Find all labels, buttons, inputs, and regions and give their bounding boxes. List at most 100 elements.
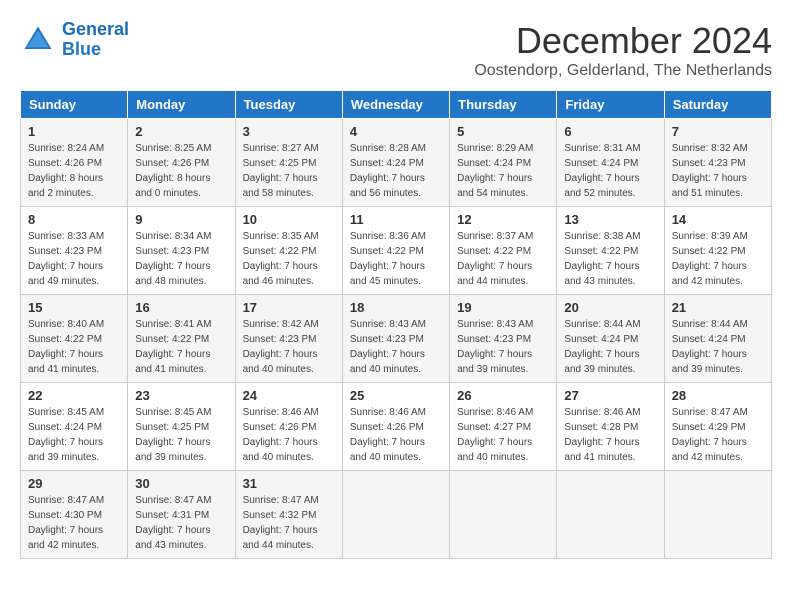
day-number: 25: [350, 388, 442, 403]
day-number: 15: [28, 300, 120, 315]
calendar-cell: 11 Sunrise: 8:36 AMSunset: 4:22 PMDayligh…: [342, 207, 449, 295]
calendar-cell: [557, 471, 664, 559]
col-header-friday: Friday: [557, 91, 664, 119]
day-number: 23: [135, 388, 227, 403]
calendar-cell: 8Sunrise: 8:33 AMSunset: 4:23 PMDaylight…: [21, 207, 128, 295]
calendar-cell: 2Sunrise: 8:25 AMSunset: 4:26 PMDaylight…: [128, 119, 235, 207]
location-subtitle: Oostendorp, Gelderland, The Netherlands: [474, 62, 772, 80]
day-number: 7: [672, 124, 764, 139]
day-info: Sunrise: 8:37 AMSunset: 4:22 PMDaylight:…: [457, 229, 549, 289]
day-info: Sunrise: 8:41 AMSunset: 4:22 PMDaylight:…: [135, 317, 227, 377]
calendar-cell: 30 Sunrise: 8:47 AMSunset: 4:31 PMDayligh…: [128, 471, 235, 559]
day-number: 1: [28, 124, 120, 139]
day-number: 6: [564, 124, 656, 139]
calendar-cell: 1Sunrise: 8:24 AMSunset: 4:26 PMDaylight…: [21, 119, 128, 207]
day-number: 19: [457, 300, 549, 315]
calendar-cell: 17 Sunrise: 8:42 AMSunset: 4:23 PMDayligh…: [235, 295, 342, 383]
day-number: 9: [135, 212, 227, 227]
calendar-cell: [342, 471, 449, 559]
day-info: Sunrise: 8:33 AMSunset: 4:23 PMDaylight:…: [28, 229, 120, 289]
day-info: Sunrise: 8:45 AMSunset: 4:24 PMDaylight:…: [28, 405, 120, 465]
day-info: Sunrise: 8:42 AMSunset: 4:23 PMDaylight:…: [243, 317, 335, 377]
day-info: Sunrise: 8:29 AMSunset: 4:24 PMDaylight:…: [457, 141, 549, 201]
calendar-week-row: 15 Sunrise: 8:40 AMSunset: 4:22 PMDayligh…: [21, 295, 772, 383]
day-info: Sunrise: 8:47 AMSunset: 4:31 PMDaylight:…: [135, 493, 227, 553]
calendar-cell: 16 Sunrise: 8:41 AMSunset: 4:22 PMDayligh…: [128, 295, 235, 383]
day-number: 27: [564, 388, 656, 403]
calendar-cell: 19 Sunrise: 8:43 AMSunset: 4:23 PMDayligh…: [450, 295, 557, 383]
logo-text: General Blue: [62, 20, 129, 60]
col-header-monday: Monday: [128, 91, 235, 119]
day-number: 14: [672, 212, 764, 227]
day-info: Sunrise: 8:44 AMSunset: 4:24 PMDaylight:…: [672, 317, 764, 377]
calendar-body: 1Sunrise: 8:24 AMSunset: 4:26 PMDaylight…: [21, 119, 772, 559]
day-info: Sunrise: 8:43 AMSunset: 4:23 PMDaylight:…: [457, 317, 549, 377]
calendar-cell: 20 Sunrise: 8:44 AMSunset: 4:24 PMDayligh…: [557, 295, 664, 383]
title-block: December 2024 Oostendorp, Gelderland, Th…: [474, 20, 772, 80]
day-info: Sunrise: 8:25 AMSunset: 4:26 PMDaylight:…: [135, 141, 227, 201]
day-info: Sunrise: 8:46 AMSunset: 4:26 PMDaylight:…: [243, 405, 335, 465]
day-number: 5: [457, 124, 549, 139]
day-info: Sunrise: 8:35 AMSunset: 4:22 PMDaylight:…: [243, 229, 335, 289]
calendar-cell: 18Sunrise: 8:43 AMSunset: 4:23 PMDayligh…: [342, 295, 449, 383]
calendar-cell: [450, 471, 557, 559]
day-info: Sunrise: 8:45 AMSunset: 4:25 PMDaylight:…: [135, 405, 227, 465]
calendar-cell: 6 Sunrise: 8:31 AMSunset: 4:24 PMDaylight…: [557, 119, 664, 207]
day-number: 17: [243, 300, 335, 315]
day-info: Sunrise: 8:46 AMSunset: 4:27 PMDaylight:…: [457, 405, 549, 465]
day-info: Sunrise: 8:36 AMSunset: 4:22 PMDaylight:…: [350, 229, 442, 289]
calendar-cell: 13Sunrise: 8:38 AMSunset: 4:22 PMDayligh…: [557, 207, 664, 295]
calendar-cell: 28 Sunrise: 8:47 AMSunset: 4:29 PMDayligh…: [664, 383, 771, 471]
calendar-cell: 4 Sunrise: 8:28 AMSunset: 4:24 PMDaylight…: [342, 119, 449, 207]
logo-icon: [20, 22, 56, 58]
calendar-cell: 14Sunrise: 8:39 AMSunset: 4:22 PMDayligh…: [664, 207, 771, 295]
day-info: Sunrise: 8:31 AMSunset: 4:24 PMDaylight:…: [564, 141, 656, 201]
calendar-cell: 3 Sunrise: 8:27 AMSunset: 4:25 PMDaylight…: [235, 119, 342, 207]
day-number: 12: [457, 212, 549, 227]
calendar-week-row: 22 Sunrise: 8:45 AMSunset: 4:24 PMDayligh…: [21, 383, 772, 471]
calendar-cell: 7 Sunrise: 8:32 AMSunset: 4:23 PMDaylight…: [664, 119, 771, 207]
day-number: 10: [243, 212, 335, 227]
logo: General Blue: [20, 20, 129, 60]
day-number: 24: [243, 388, 335, 403]
day-number: 18: [350, 300, 442, 315]
calendar-cell: 25 Sunrise: 8:46 AMSunset: 4:26 PMDayligh…: [342, 383, 449, 471]
day-number: 28: [672, 388, 764, 403]
calendar-cell: 21 Sunrise: 8:44 AMSunset: 4:24 PMDayligh…: [664, 295, 771, 383]
day-number: 22: [28, 388, 120, 403]
day-number: 4: [350, 124, 442, 139]
day-number: 30: [135, 476, 227, 491]
day-number: 11: [350, 212, 442, 227]
calendar-cell: 31Sunrise: 8:47 AMSunset: 4:32 PMDayligh…: [235, 471, 342, 559]
calendar-week-row: 8Sunrise: 8:33 AMSunset: 4:23 PMDaylight…: [21, 207, 772, 295]
day-number: 31: [243, 476, 335, 491]
calendar-cell: 29Sunrise: 8:47 AMSunset: 4:30 PMDayligh…: [21, 471, 128, 559]
day-info: Sunrise: 8:44 AMSunset: 4:24 PMDaylight:…: [564, 317, 656, 377]
day-info: Sunrise: 8:40 AMSunset: 4:22 PMDaylight:…: [28, 317, 120, 377]
calendar-header-row: SundayMondayTuesdayWednesdayThursdayFrid…: [21, 91, 772, 119]
day-number: 29: [28, 476, 120, 491]
day-info: Sunrise: 8:47 AMSunset: 4:29 PMDaylight:…: [672, 405, 764, 465]
day-number: 3: [243, 124, 335, 139]
calendar-cell: 26 Sunrise: 8:46 AMSunset: 4:27 PMDayligh…: [450, 383, 557, 471]
calendar-cell: 12 Sunrise: 8:37 AMSunset: 4:22 PMDayligh…: [450, 207, 557, 295]
calendar-cell: 15 Sunrise: 8:40 AMSunset: 4:22 PMDayligh…: [21, 295, 128, 383]
day-number: 21: [672, 300, 764, 315]
day-number: 20: [564, 300, 656, 315]
day-info: Sunrise: 8:27 AMSunset: 4:25 PMDaylight:…: [243, 141, 335, 201]
day-number: 26: [457, 388, 549, 403]
day-info: Sunrise: 8:28 AMSunset: 4:24 PMDaylight:…: [350, 141, 442, 201]
day-info: Sunrise: 8:32 AMSunset: 4:23 PMDaylight:…: [672, 141, 764, 201]
col-header-sunday: Sunday: [21, 91, 128, 119]
calendar-table: SundayMondayTuesdayWednesdayThursdayFrid…: [20, 90, 772, 559]
calendar-cell: 22 Sunrise: 8:45 AMSunset: 4:24 PMDayligh…: [21, 383, 128, 471]
col-header-thursday: Thursday: [450, 91, 557, 119]
day-info: Sunrise: 8:38 AMSunset: 4:22 PMDaylight:…: [564, 229, 656, 289]
calendar-cell: 5 Sunrise: 8:29 AMSunset: 4:24 PMDaylight…: [450, 119, 557, 207]
day-info: Sunrise: 8:46 AMSunset: 4:26 PMDaylight:…: [350, 405, 442, 465]
calendar-cell: 9Sunrise: 8:34 AMSunset: 4:23 PMDaylight…: [128, 207, 235, 295]
col-header-tuesday: Tuesday: [235, 91, 342, 119]
day-number: 16: [135, 300, 227, 315]
month-title: December 2024: [474, 20, 772, 62]
calendar-week-row: 29Sunrise: 8:47 AMSunset: 4:30 PMDayligh…: [21, 471, 772, 559]
